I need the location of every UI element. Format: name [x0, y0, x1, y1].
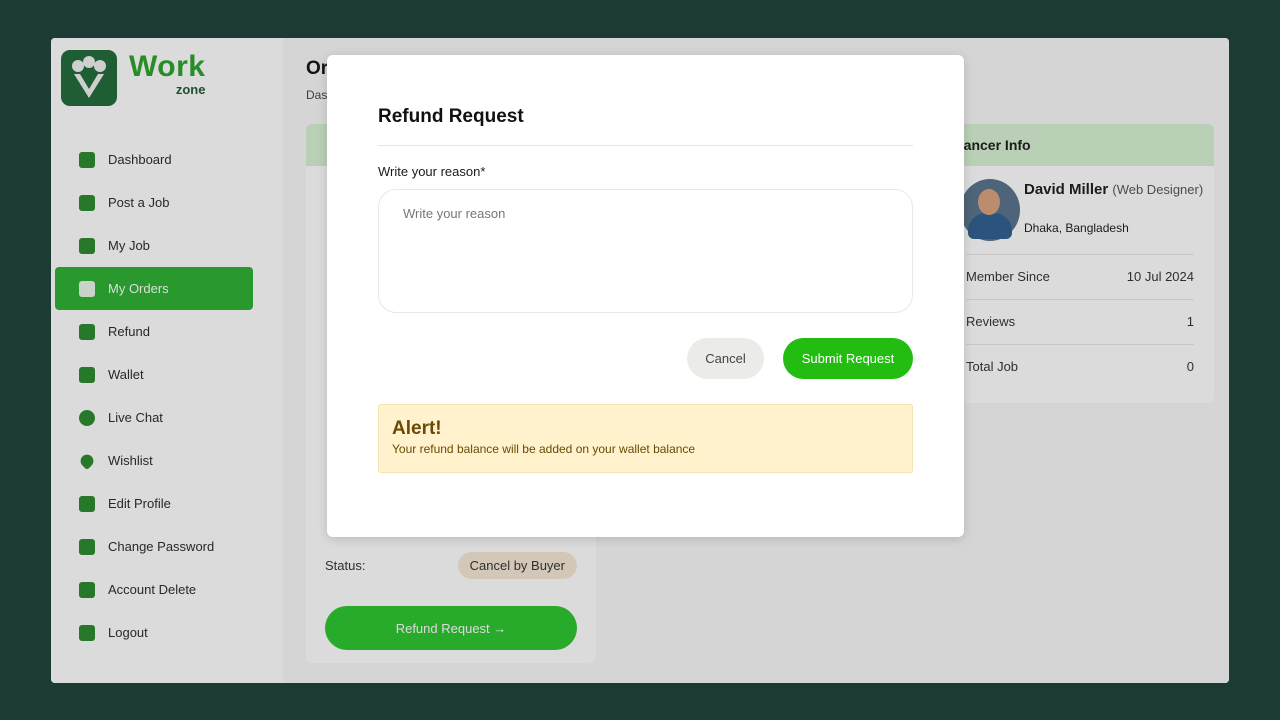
submit-request-button[interactable]: Submit Request — [783, 338, 913, 379]
reason-label: Write your reason* — [378, 164, 486, 179]
modal-title: Refund Request — [378, 106, 524, 127]
cancel-button[interactable]: Cancel — [687, 338, 764, 379]
alert-title: Alert! — [392, 418, 442, 439]
modal-divider — [378, 145, 913, 146]
refund-request-modal: Refund Request Write your reason* Cancel… — [327, 55, 964, 537]
alert-box: Alert! Your refund balance will be added… — [378, 404, 913, 473]
reason-textarea[interactable] — [378, 189, 913, 313]
alert-text: Your refund balance will be added on you… — [392, 442, 696, 456]
